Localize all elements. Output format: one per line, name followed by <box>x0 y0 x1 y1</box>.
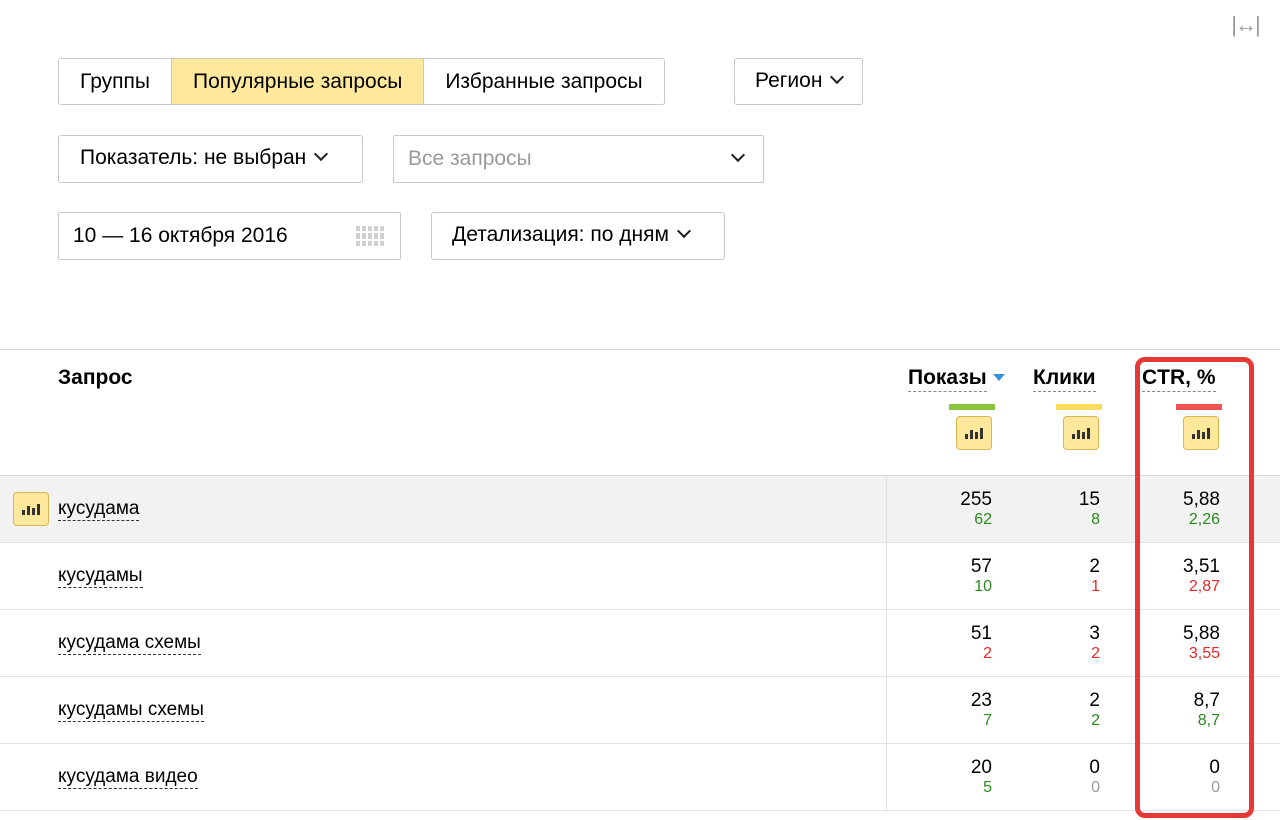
view-tabs: Группы Популярные запросы Избранные запр… <box>58 58 665 105</box>
column-header-ctr-label: CTR, % <box>1142 366 1216 392</box>
column-header-clicks-label: Клики <box>1033 366 1096 392</box>
shows-cell: 20 5 <box>970 757 992 797</box>
chevron-down-icon <box>830 69 845 85</box>
metric-label: Показатель: не выбран <box>80 146 307 169</box>
ctr-cell: 8,7 8,7 <box>1193 690 1220 730</box>
chevron-down-icon <box>314 146 329 162</box>
expand-horizontal-icon[interactable]: |↔| <box>1224 10 1266 40</box>
table-row[interactable]: кусудама видео 20 5 00 00 <box>0 744 1280 811</box>
column-header-clicks[interactable]: Клики <box>1033 366 1096 392</box>
table-row[interactable]: кусудама 255 62 15 8 5,88 2,26 <box>0 476 1280 543</box>
query-link[interactable]: кусудама видео <box>58 766 198 789</box>
clicks-cell: 15 8 <box>1078 489 1100 529</box>
tab-groups[interactable]: Группы <box>59 59 172 104</box>
chevron-down-icon <box>730 147 746 163</box>
detail-dropdown[interactable]: Детализация: по дням <box>431 212 725 260</box>
tab-popular-queries[interactable]: Популярные запросы <box>171 59 425 104</box>
ctr-cell: 3,51 2,87 <box>1183 556 1220 596</box>
query-link[interactable]: кусудама схемы <box>58 632 201 655</box>
clicks-cell: 21 <box>1089 556 1100 596</box>
tab-favorite-queries[interactable]: Избранные запросы <box>424 59 664 104</box>
clicks-cell: 22 <box>1089 690 1100 730</box>
query-link[interactable]: кусудамы схемы <box>58 699 204 722</box>
column-header-ctr[interactable]: CTR, % <box>1142 366 1216 392</box>
region-dropdown[interactable]: Регион <box>734 58 864 105</box>
clicks-cell: 32 <box>1089 623 1100 663</box>
chevron-down-icon <box>676 223 691 239</box>
ctr-color-marker <box>1176 404 1222 410</box>
shows-cell: 57 10 <box>970 556 992 596</box>
query-filter-select[interactable]: Все запросы <box>393 135 764 183</box>
column-header-shows[interactable]: Показы <box>908 366 1005 392</box>
metric-dropdown[interactable]: Показатель: не выбран <box>58 135 363 183</box>
calendar-icon[interactable] <box>356 226 384 246</box>
ctr-cell: 00 <box>1209 757 1220 797</box>
ctr-cell: 5,88 3,55 <box>1183 623 1220 663</box>
detail-label: Детализация: по дням <box>452 223 669 246</box>
clicks-chart-icon[interactable] <box>1063 416 1099 450</box>
query-link[interactable]: кусудамы <box>58 565 143 588</box>
shows-cell: 51 2 <box>970 623 992 663</box>
shows-cell: 23 7 <box>970 690 992 730</box>
clicks-color-marker <box>1056 404 1102 410</box>
table-divider <box>0 349 1280 350</box>
column-header-shows-label: Показы <box>908 366 987 392</box>
date-range-value: 10 — 16 октября 2016 <box>73 224 288 247</box>
shows-color-marker <box>949 404 995 410</box>
query-filter-value: Все запросы <box>408 147 532 170</box>
ctr-chart-icon[interactable] <box>1183 416 1219 450</box>
ctr-cell: 5,88 2,26 <box>1183 489 1220 529</box>
table-row[interactable]: кусудама схемы 51 2 32 5,88 3,55 <box>0 610 1280 677</box>
sort-desc-icon <box>992 374 1005 381</box>
column-header-query: Запрос <box>58 366 133 389</box>
row-chart-icon[interactable] <box>13 492 49 526</box>
shows-cell: 255 62 <box>960 489 992 529</box>
table-row[interactable]: кусудамы схемы 23 7 22 8,7 8,7 <box>0 677 1280 744</box>
table-row[interactable]: кусудамы 57 10 21 3,51 2,87 <box>0 543 1280 610</box>
clicks-cell: 00 <box>1089 757 1100 797</box>
shows-chart-icon[interactable] <box>956 416 992 450</box>
region-label: Регион <box>755 69 823 92</box>
date-range-input[interactable]: 10 — 16 октября 2016 <box>58 212 401 260</box>
query-link[interactable]: кусудама <box>58 498 140 521</box>
